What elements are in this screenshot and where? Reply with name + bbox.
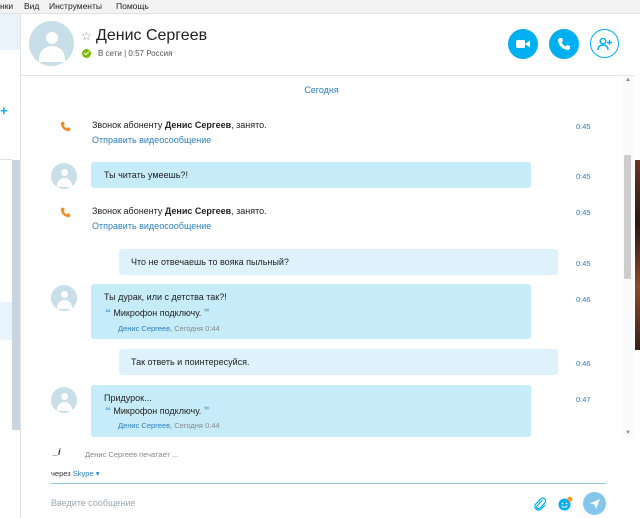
quoted-message: ❝ Микрофон подключу. ❞: [105, 406, 210, 417]
scroll-down-icon[interactable]: ▼: [625, 430, 631, 436]
contact-name: Денис Сергеев: [96, 27, 208, 44]
message-text: Так ответь и поинтересуйся.: [131, 357, 250, 367]
menu-item-help[interactable]: Помощь: [116, 1, 149, 11]
quote-close-icon: ❞: [203, 308, 210, 319]
attach-file-icon[interactable]: [533, 496, 547, 512]
quote-source[interactable]: Денис Сергеев, Сегодня 0:44: [118, 421, 220, 430]
video-camera-icon: [516, 40, 530, 48]
message-time: 0:45: [576, 259, 591, 268]
scroll-up-icon[interactable]: ▲: [625, 77, 631, 83]
header-divider: [20, 75, 635, 76]
typing-pencil-icon: _i: [53, 447, 61, 457]
message-time: 0:45: [576, 208, 591, 217]
message-text: Придурок...: [104, 393, 152, 403]
menu-bar: нки Вид Инструменты Помощь: [0, 0, 640, 14]
sender-avatar[interactable]: [51, 163, 77, 189]
online-status-icon: [82, 49, 91, 58]
phone-icon: [558, 38, 570, 50]
menu-item-instruments[interactable]: Инструменты: [49, 1, 102, 11]
date-separator: Сегодня: [304, 85, 339, 95]
missed-call-icon: [60, 121, 71, 132]
call-event-text: Звонок абоненту Денис Сергеев, занято.: [92, 120, 267, 130]
sender-avatar[interactable]: [51, 387, 77, 413]
message-text: Что не отвечаешь то вояка пыльный?: [131, 257, 289, 267]
audio-call-button[interactable]: [549, 29, 579, 59]
menu-item-tools-cut[interactable]: нки: [0, 1, 13, 11]
video-call-button[interactable]: [508, 29, 538, 59]
message-time: 0:47: [576, 395, 591, 404]
contact-status: В сети | 0:57 Россия: [98, 49, 173, 58]
add-person-icon: [596, 37, 612, 50]
quote-close-icon: ❞: [203, 406, 210, 417]
menu-item-view[interactable]: Вид: [24, 1, 39, 11]
quote-open-icon: ❝: [105, 406, 111, 417]
via-selector[interactable]: через Skype ▾: [51, 469, 100, 478]
contact-avatar[interactable]: [29, 21, 74, 66]
message-text: Ты дурак, или с детства так?!: [104, 292, 227, 302]
sidebar-scrollbar[interactable]: [12, 160, 20, 430]
missed-call-icon: [60, 207, 71, 218]
add-participants-button[interactable]: [590, 29, 619, 58]
message-input[interactable]: Введите сообщение: [51, 498, 135, 508]
send-video-message-link[interactable]: Отправить видеосообщение: [92, 221, 211, 231]
message-time: 0:46: [576, 295, 591, 304]
sidebar-divider: [0, 159, 12, 160]
quote-source[interactable]: Денис Сергеев, Сегодня 0:44: [118, 324, 220, 333]
input-divider: [51, 483, 606, 484]
sender-avatar[interactable]: [51, 285, 77, 311]
quoted-message: ❝ Микрофон подключу. ❞: [105, 308, 210, 319]
sidebar-selected-item[interactable]: [0, 302, 12, 340]
typing-indicator: Денис Сергеев печатает ...: [85, 450, 179, 459]
sidebar-highlight-top: [0, 14, 20, 50]
send-video-message-link[interactable]: Отправить видеосообщение: [92, 135, 211, 145]
add-icon[interactable]: +: [0, 103, 8, 118]
send-button[interactable]: [583, 492, 606, 515]
message-time: 0:46: [576, 359, 591, 368]
emoticon-icon[interactable]: [557, 496, 573, 512]
message-time: 0:45: [576, 122, 591, 131]
message-text: Ты читать умеешь?!: [104, 170, 188, 180]
chat-scroll-thumb[interactable]: [624, 155, 631, 279]
quote-open-icon: ❝: [105, 308, 111, 319]
call-event-text: Звонок абоненту Денис Сергеев, занято.: [92, 206, 267, 216]
message-time: 0:45: [576, 172, 591, 181]
send-arrow-icon: [589, 498, 600, 509]
sidebar-edge: +: [0, 14, 21, 518]
background-window-edge: [635, 160, 640, 350]
favorite-star-icon[interactable]: ☆: [81, 29, 92, 43]
